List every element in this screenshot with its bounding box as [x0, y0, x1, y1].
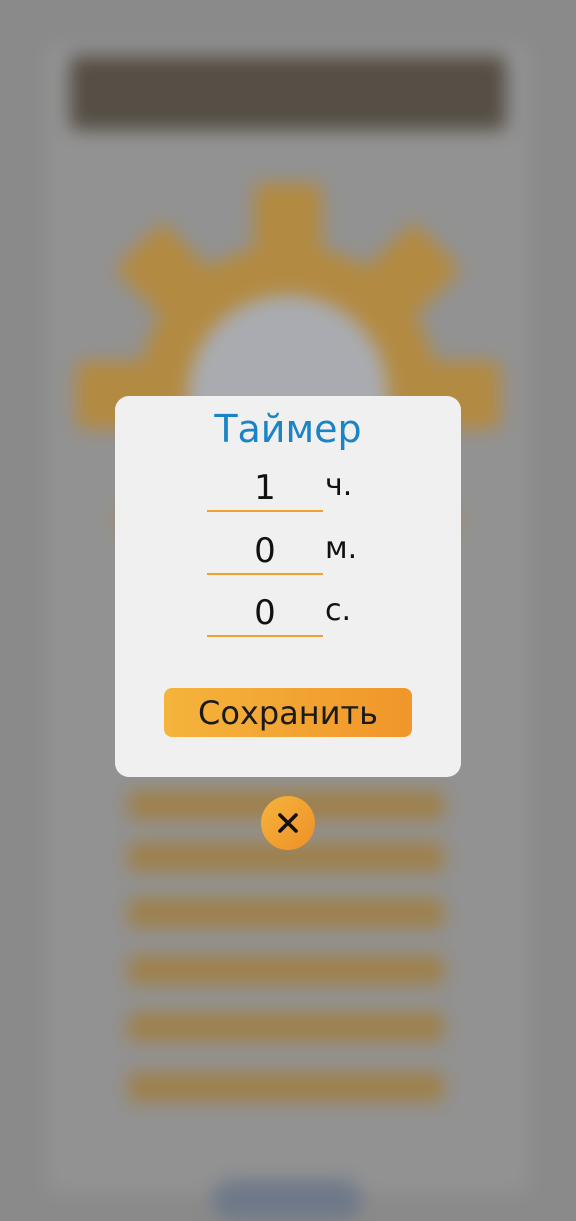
hours-input[interactable]: [207, 466, 323, 512]
close-button[interactable]: [261, 796, 315, 850]
screen: Таймер ч. м. с. Сохранить: [0, 0, 576, 1221]
seconds-input[interactable]: [207, 591, 323, 637]
seconds-unit-label: с.: [325, 593, 352, 628]
dialog-title: Таймер: [214, 407, 362, 451]
minutes-unit-label: м.: [325, 531, 358, 566]
minutes-input[interactable]: [207, 529, 323, 575]
seconds-field: с.: [207, 591, 367, 641]
save-button[interactable]: Сохранить: [164, 688, 412, 737]
hours-unit-label: ч.: [325, 468, 353, 503]
hours-field: ч.: [207, 466, 367, 516]
close-icon: [278, 813, 298, 833]
minutes-field: м.: [207, 529, 367, 579]
